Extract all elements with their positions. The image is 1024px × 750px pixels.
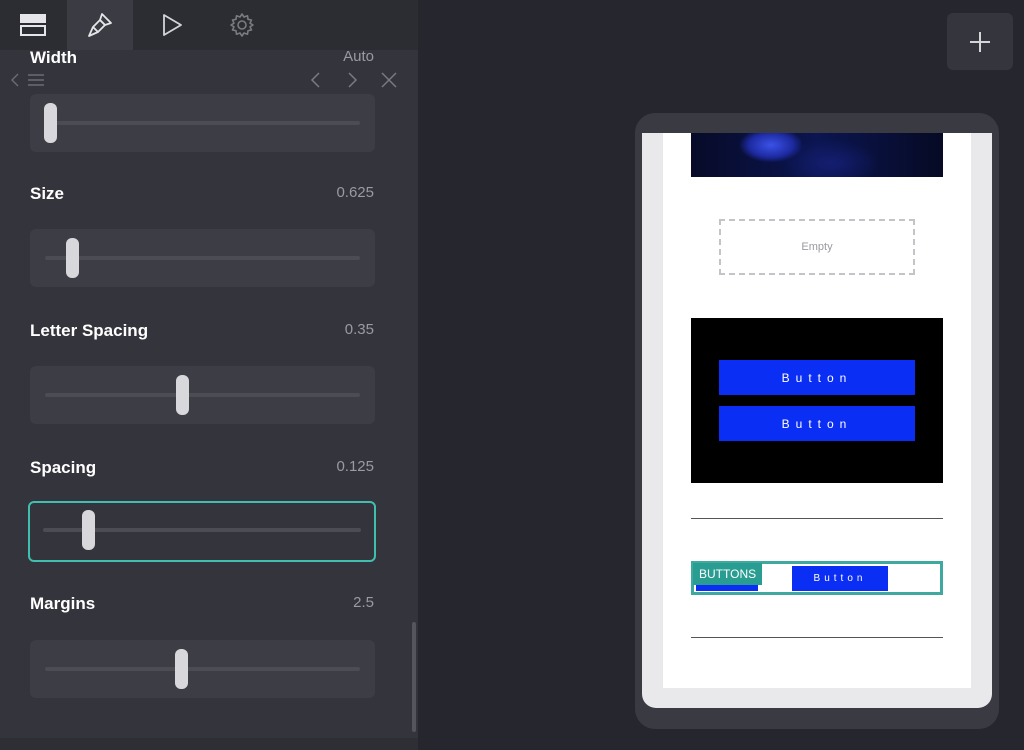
tab-style[interactable] — [67, 0, 133, 50]
property-label: Letter Spacing — [30, 321, 149, 340]
property-value: 0.35 — [344, 321, 374, 338]
gear-icon — [230, 13, 254, 37]
slider-track — [45, 121, 360, 125]
property-letter-spacing: Letter Spacing 0.35 — [0, 321, 418, 441]
previous-icon[interactable] — [306, 66, 326, 94]
button-label: Button — [781, 370, 853, 385]
letter-spacing-slider[interactable] — [30, 366, 375, 424]
panel-footer — [0, 738, 418, 750]
slider-track — [45, 256, 360, 260]
hero-image[interactable] — [691, 133, 943, 177]
property-label: Width — [30, 48, 78, 67]
properties-panel: Width Auto Size 0.625 Letter Spacing 0.3… — [0, 0, 418, 750]
slider-track — [45, 667, 360, 671]
property-value: 0.125 — [336, 458, 374, 475]
button-label: Button — [781, 416, 853, 431]
empty-placeholder[interactable]: Empty — [719, 219, 915, 275]
property-label: Spacing — [30, 458, 97, 477]
slider-thumb[interactable] — [66, 238, 79, 278]
tab-layout[interactable] — [0, 0, 66, 50]
collapse-left-icon[interactable] — [8, 66, 22, 94]
buttons-row-selected[interactable]: n Button BUTTONS — [691, 561, 943, 595]
tab-settings[interactable] — [209, 0, 275, 50]
layout-icon — [20, 14, 46, 36]
row-divider — [789, 564, 791, 592]
property-margins: Margins 2.5 — [0, 594, 418, 714]
property-value: Auto — [343, 48, 374, 65]
slider-thumb[interactable] — [176, 375, 189, 415]
add-button[interactable] — [947, 13, 1013, 70]
play-icon — [163, 14, 182, 36]
width-slider[interactable] — [30, 94, 375, 152]
page-canvas: Empty Button Button n Button BUTTONS — [663, 133, 971, 688]
slider-thumb[interactable] — [175, 649, 188, 689]
top-toolbar — [0, 0, 418, 50]
divider-line[interactable] — [691, 637, 943, 638]
property-spacing: Spacing 0.125 — [0, 458, 418, 578]
tab-preview[interactable] — [139, 0, 205, 50]
plus-icon — [970, 31, 990, 52]
slider-thumb[interactable] — [82, 510, 95, 550]
property-size: Size 0.625 — [0, 184, 418, 304]
preview-button-2[interactable]: Button — [719, 406, 915, 441]
paintbrush-icon — [88, 13, 112, 37]
property-value: 0.625 — [336, 184, 374, 201]
close-icon[interactable] — [378, 66, 400, 94]
property-label: Size — [30, 184, 65, 203]
selection-tag: BUTTONS — [693, 563, 763, 585]
button-section[interactable]: Button Button — [691, 318, 943, 483]
slider-track — [45, 393, 360, 397]
empty-placeholder-label: Empty — [801, 241, 833, 253]
panel-scrollbar[interactable] — [412, 622, 416, 732]
property-label: Margins — [30, 594, 96, 613]
preview-button-1[interactable]: Button — [719, 360, 915, 395]
margins-slider[interactable] — [30, 640, 375, 698]
next-icon[interactable] — [342, 66, 362, 94]
device-screen: Empty Button Button n Button BUTTONS — [642, 133, 992, 708]
row-button-2[interactable]: Button — [792, 566, 888, 591]
property-value: 2.5 — [353, 594, 374, 611]
divider-line[interactable] — [691, 518, 943, 519]
size-slider[interactable] — [30, 229, 375, 287]
button-label: Button — [813, 573, 867, 584]
spacing-slider[interactable] — [28, 501, 376, 562]
slider-thumb[interactable] — [44, 103, 57, 143]
menu-icon[interactable] — [26, 66, 46, 94]
panel-subnav — [0, 66, 418, 94]
